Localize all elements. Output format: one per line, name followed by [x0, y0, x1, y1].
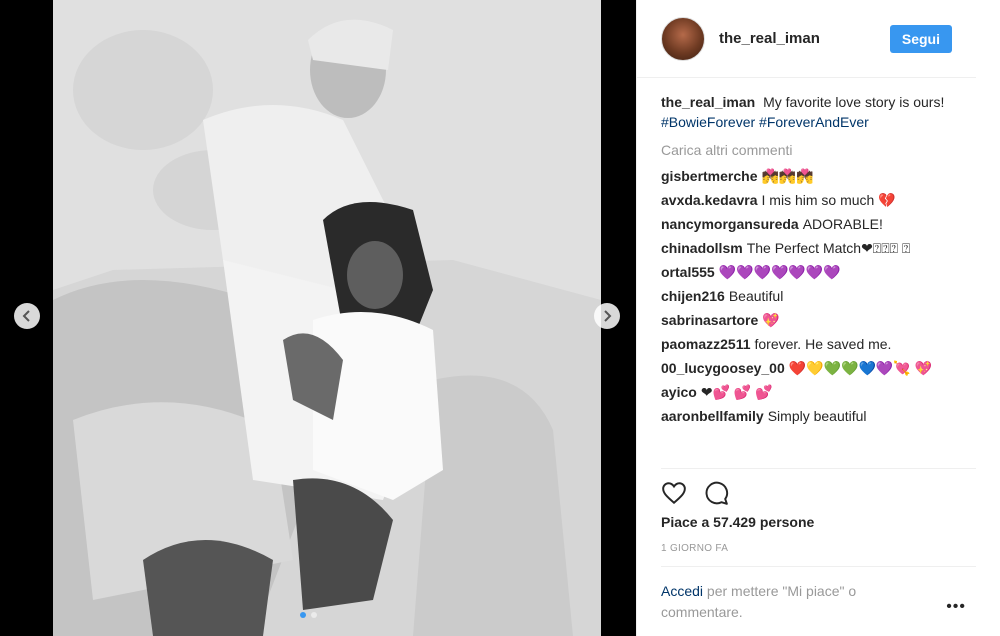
comment-username[interactable]: sabrinasartore	[661, 312, 758, 328]
comment-item: chinadollsm The Perfect Match❤⍰⍰⍰ ⍰	[661, 238, 979, 258]
likes-count[interactable]: Piace a 57.429 persone	[661, 514, 814, 530]
comment-item: ortal555 💜💜💜💜💜💜💜	[661, 262, 979, 282]
comment-item: ayico ❤💕 💕 💕	[661, 382, 979, 402]
caption: the_real_iman My favorite love story is …	[661, 92, 979, 132]
comment-icon[interactable]	[703, 480, 729, 506]
post-actions	[661, 480, 729, 506]
comment-item: paomazz2511 forever. He saved me.	[661, 334, 979, 354]
comment-username[interactable]: nancymorgansureda	[661, 216, 799, 232]
carousel-dot	[311, 612, 317, 618]
chevron-left-icon	[22, 310, 30, 322]
post-side-panel: the_real_iman Segui the_real_iman My fav…	[636, 0, 1000, 636]
follow-button[interactable]: Segui	[889, 24, 952, 53]
comment-text: I mis him so much 💔	[761, 192, 896, 208]
heart-icon[interactable]	[661, 480, 687, 506]
caption-username[interactable]: the_real_iman	[661, 94, 755, 110]
comment-username[interactable]: chinadollsm	[661, 240, 743, 256]
previous-photo-button[interactable]	[14, 303, 40, 329]
comment-text: ADORABLE!	[802, 216, 883, 232]
more-options-button[interactable]: •••	[946, 598, 966, 616]
comment-username[interactable]: ortal555	[661, 264, 715, 280]
comment-username[interactable]: avxda.kedavra	[661, 192, 758, 208]
comments-list[interactable]: the_real_iman My favorite love story is …	[661, 92, 979, 468]
media-area	[0, 0, 636, 636]
comment-item: gisbertmerche 💏💏💏	[661, 166, 979, 186]
comment-username[interactable]: chijen216	[661, 288, 725, 304]
comment-item: aaronbellfamily Simply beautiful	[661, 406, 979, 426]
comment-text: Simply beautiful	[767, 408, 867, 424]
divider	[661, 566, 976, 567]
login-link[interactable]: Accedi	[661, 583, 703, 599]
load-more-comments[interactable]: Carica altri commenti	[661, 142, 979, 158]
chevron-right-icon	[604, 310, 612, 322]
caption-text: My favorite love story is ours!	[763, 94, 945, 110]
comment-text: ❤💕 💕 💕	[700, 384, 773, 400]
comment-text: Beautiful	[728, 288, 784, 304]
hashtag-link[interactable]: #ForeverAndEver	[759, 114, 869, 130]
post-photo[interactable]	[53, 0, 601, 636]
divider	[661, 468, 976, 469]
comment-item: sabrinasartore 💖	[661, 310, 979, 330]
comment-text: The Perfect Match❤⍰⍰⍰ ⍰	[746, 240, 911, 256]
comment-username[interactable]: 00_lucygoosey_00	[661, 360, 785, 376]
comment-text: 💜💜💜💜💜💜💜	[718, 264, 841, 280]
hashtag-link[interactable]: #BowieForever	[661, 114, 755, 130]
carousel-dot	[300, 612, 306, 618]
avatar[interactable]	[661, 16, 705, 61]
photo-illustration	[53, 0, 601, 636]
comment-item: avxda.kedavra I mis him so much 💔	[661, 190, 979, 210]
next-photo-button[interactable]	[594, 303, 620, 329]
post-timestamp[interactable]: 1 GIORNO FA	[661, 543, 728, 554]
comment-username[interactable]: ayico	[661, 384, 697, 400]
comment-text: 💏💏💏	[761, 168, 814, 184]
header-username[interactable]: the_real_iman	[719, 30, 820, 47]
comment-text: ❤️💛💚💚💙💜💘 💖	[788, 360, 933, 376]
comment-text: forever. He saved me.	[754, 336, 892, 352]
comment-username[interactable]: aaronbellfamily	[661, 408, 764, 424]
login-prompt: Accedi per mettere "Mi piace" o commenta…	[661, 581, 931, 623]
comment-item: 00_lucygoosey_00 ❤️💛💚💚💙💜💘 💖	[661, 358, 979, 378]
comment-item: nancymorgansureda ADORABLE!	[661, 214, 979, 234]
comment-item: chijen216 Beautiful	[661, 286, 979, 306]
carousel-indicator	[300, 612, 317, 618]
comment-username[interactable]: paomazz2511	[661, 336, 751, 352]
comment-username[interactable]: gisbertmerche	[661, 168, 757, 184]
comment-text: 💖	[762, 312, 780, 328]
post-header: the_real_iman Segui	[637, 0, 976, 78]
